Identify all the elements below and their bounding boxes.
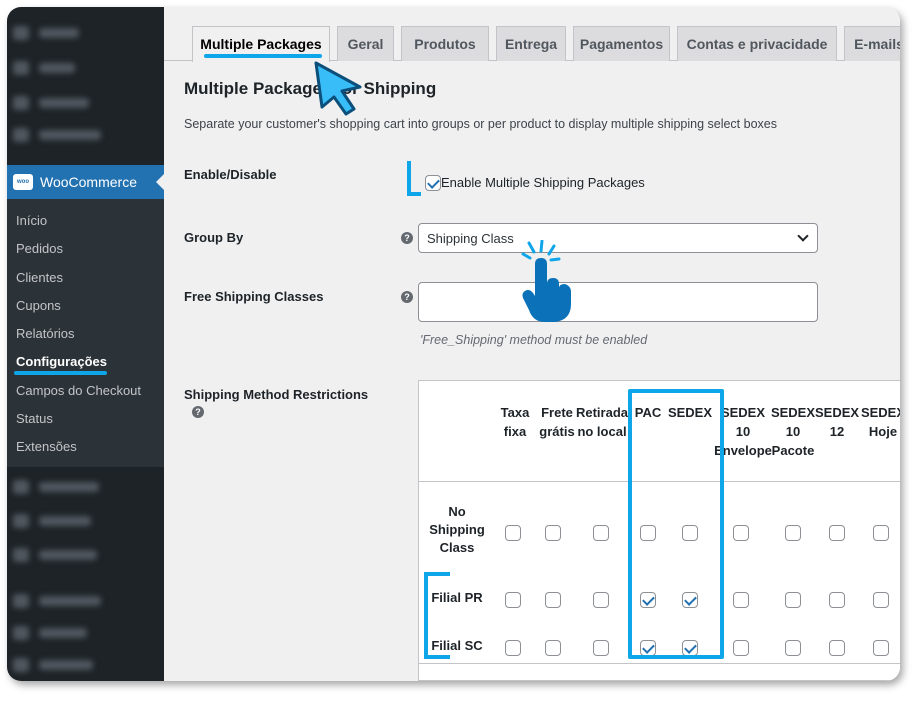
sidebar-item-blurred[interactable] xyxy=(7,19,164,47)
group-by-selected-value: Shipping Class xyxy=(427,231,514,246)
cursor-arrow-icon xyxy=(314,61,362,116)
tab-contas-e-privacidade[interactable]: Contas e privacidade xyxy=(677,26,837,61)
submenu-item-status[interactable]: Status xyxy=(16,411,53,426)
submenu-item-inicio[interactable]: Início xyxy=(16,213,47,228)
woocommerce-logo-icon: woo xyxy=(13,174,33,190)
restriction-checkbox[interactable] xyxy=(785,640,801,656)
submenu-item-cupons[interactable]: Cupons xyxy=(16,298,61,313)
submenu-item-configuracoes[interactable]: Configurações xyxy=(16,354,107,369)
restriction-checkbox[interactable] xyxy=(593,525,609,541)
submenu-item-pedidos[interactable]: Pedidos xyxy=(16,241,63,256)
tab-geral[interactable]: Geral xyxy=(337,26,394,61)
restriction-checkbox[interactable] xyxy=(505,592,521,608)
sidebar-item-blurred[interactable] xyxy=(7,587,164,615)
section-title: Multiple Packages for Shipping xyxy=(184,79,437,98)
current-menu-arrow-icon xyxy=(156,174,164,190)
section-description: Separate your customer's shopping cart i… xyxy=(184,117,777,131)
tab-entrega[interactable]: Entrega xyxy=(496,26,566,61)
column-header-sedex-hoje: SEDEX Hoje xyxy=(860,405,900,439)
settings-content: Multiple Packages Geral Produtos Entrega… xyxy=(164,7,900,681)
submenu-item-campos-do-checkout[interactable]: Campos do Checkout xyxy=(16,383,141,398)
sidebar-item-blurred[interactable] xyxy=(7,473,164,501)
help-tip-icon[interactable]: ? xyxy=(401,232,413,244)
group-by-select[interactable]: Shipping Class xyxy=(418,223,818,253)
tab-emails[interactable]: E-mails xyxy=(844,26,900,61)
pointer-hand-icon xyxy=(521,240,571,322)
restriction-checkbox[interactable] xyxy=(545,640,561,656)
highlight-underline xyxy=(204,54,322,58)
restriction-checkbox[interactable] xyxy=(873,592,889,608)
woocommerce-submenu: Início Pedidos Clientes Cupons Relatório… xyxy=(7,199,164,467)
restriction-checkbox[interactable] xyxy=(733,525,749,541)
tab-pagamentos[interactable]: Pagamentos xyxy=(573,26,670,61)
sidebar-item-blurred[interactable] xyxy=(7,619,164,647)
group-by-label: Group By xyxy=(184,230,244,245)
highlight-underline xyxy=(14,371,107,375)
enable-multiple-packages-checkbox[interactable] xyxy=(425,175,441,191)
restriction-checkbox[interactable] xyxy=(785,525,801,541)
sidebar-item-blurred[interactable] xyxy=(7,651,164,679)
settings-tab-bar: Multiple Packages Geral Produtos Entrega… xyxy=(164,7,900,62)
restriction-checkbox[interactable] xyxy=(785,592,801,608)
sidebar-item-woocommerce[interactable]: woo WooCommerce xyxy=(7,165,164,199)
submenu-item-clientes[interactable]: Clientes xyxy=(16,270,63,285)
admin-sidebar: woo WooCommerce Início Pedidos Clientes … xyxy=(7,7,164,681)
restriction-checkbox[interactable] xyxy=(829,640,845,656)
column-header-sedex-12: SEDEX 12 xyxy=(815,405,860,439)
restriction-checkbox[interactable] xyxy=(873,525,889,541)
free-shipping-note: 'Free_Shipping' method must be enabled xyxy=(420,333,648,347)
restriction-checkbox[interactable] xyxy=(873,640,889,656)
restriction-checkbox[interactable] xyxy=(545,525,561,541)
enable-checkbox-label[interactable]: Enable Multiple Shipping Packages xyxy=(441,175,645,190)
sidebar-item-blurred[interactable] xyxy=(7,54,164,82)
window-frame: woo WooCommerce Início Pedidos Clientes … xyxy=(7,7,900,681)
help-tip-icon[interactable]: ? xyxy=(192,406,204,418)
sidebar-item-blurred[interactable] xyxy=(7,89,164,117)
sidebar-item-blurred[interactable] xyxy=(7,121,164,149)
restriction-checkbox[interactable] xyxy=(733,592,749,608)
sidebar-item-blurred[interactable] xyxy=(7,541,164,569)
submenu-item-extensoes[interactable]: Extensões xyxy=(16,439,77,454)
column-header-sedex-10-pacote: SEDEX 10 Pacote xyxy=(770,405,816,458)
annotation-bracket xyxy=(407,161,421,196)
free-shipping-classes-input[interactable] xyxy=(418,282,818,322)
restriction-checkbox[interactable] xyxy=(829,525,845,541)
table-divider xyxy=(419,663,900,664)
shipping-method-restrictions-label: Shipping Method Restrictions xyxy=(184,387,369,402)
restriction-checkbox[interactable] xyxy=(505,525,521,541)
column-header-retirada-no-local: Retirada no local xyxy=(575,405,629,439)
sidebar-item-label: WooCommerce xyxy=(40,174,137,190)
sidebar-item-blurred[interactable] xyxy=(7,507,164,535)
restriction-checkbox[interactable] xyxy=(593,640,609,656)
restriction-checkbox[interactable] xyxy=(545,592,561,608)
annotation-highlight-box xyxy=(628,389,724,659)
chevron-down-icon xyxy=(797,230,809,242)
restriction-checkbox[interactable] xyxy=(593,592,609,608)
free-shipping-classes-label: Free Shipping Classes xyxy=(184,289,324,304)
restriction-checkbox[interactable] xyxy=(505,640,521,656)
enable-disable-label: Enable/Disable xyxy=(184,167,277,182)
help-tip-icon[interactable]: ? xyxy=(401,291,413,303)
restriction-checkbox[interactable] xyxy=(733,640,749,656)
restriction-checkbox[interactable] xyxy=(829,592,845,608)
row-label-no-shipping-class: No Shipping Class xyxy=(429,504,485,555)
submenu-item-relatorios[interactable]: Relatórios xyxy=(16,326,75,341)
tab-produtos[interactable]: Produtos xyxy=(401,26,489,61)
annotation-bracket xyxy=(424,572,450,659)
